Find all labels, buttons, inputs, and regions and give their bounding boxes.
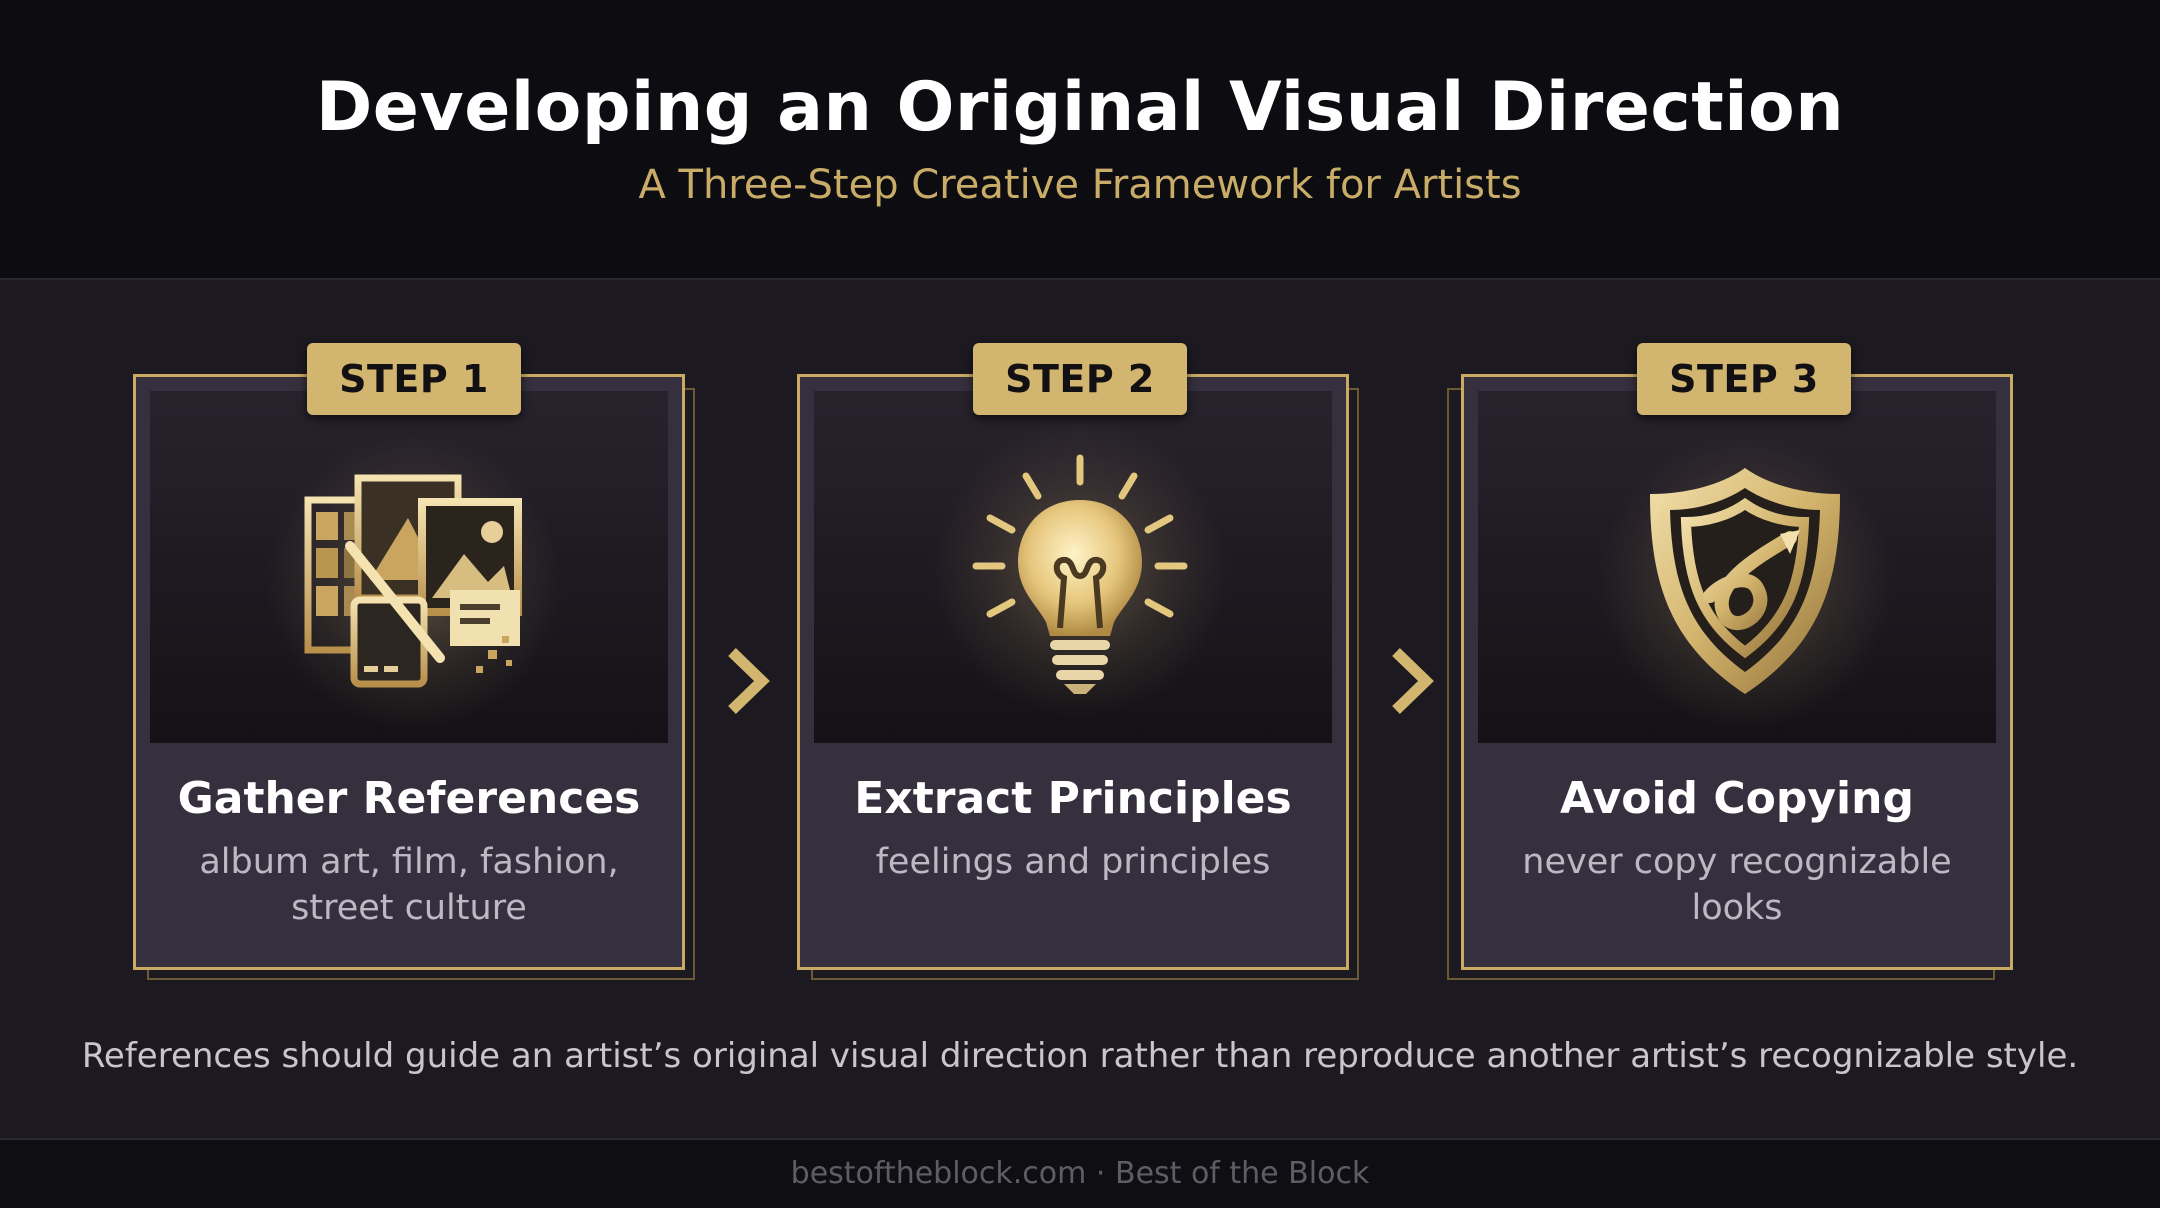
step-badge: STEP 2 <box>973 343 1187 415</box>
page-subtitle: A Three-Step Creative Framework for Arti… <box>638 162 1522 208</box>
step-badge: STEP 1 <box>307 343 521 415</box>
step-badge: STEP 3 <box>1637 343 1851 415</box>
step-description: never copy recognizable looks <box>1522 842 1952 928</box>
footer: bestoftheblock.com · Best of the Block <box>0 1138 2160 1208</box>
step-title: Gather References <box>177 773 641 824</box>
chevron-right-icon <box>728 648 770 714</box>
lightbulb-icon <box>972 454 1188 694</box>
step-title: Extract Principles <box>854 773 1292 824</box>
header: Developing an Original Visual Direction … <box>0 0 2160 280</box>
footer-text: bestoftheblock.com · Best of the Block <box>790 1156 1370 1191</box>
chevron-right-icon <box>1392 648 1434 714</box>
caption: References should guide an artist’s orig… <box>81 1036 2079 1076</box>
step-title: Avoid Copying <box>1560 773 1914 824</box>
step-description: feelings and principles <box>875 842 1271 882</box>
shield-icon <box>1650 468 1840 694</box>
page-title: Developing an Original Visual Direction <box>315 68 1845 147</box>
step-description: album art, film, fashion, street culture <box>199 842 619 928</box>
image-collage-icon <box>304 474 522 688</box>
